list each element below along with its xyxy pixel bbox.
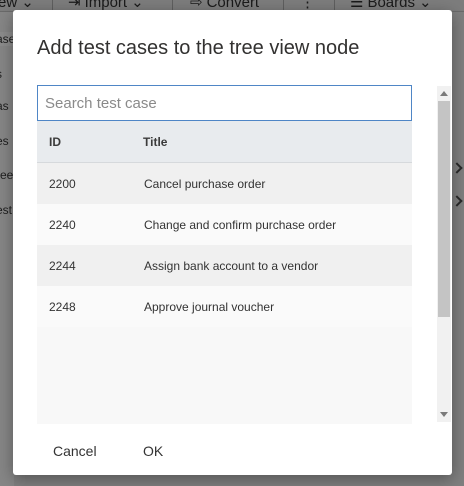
- chevron-right-icon: [451, 162, 463, 174]
- row-id: 2200: [49, 177, 76, 191]
- hierarchy-icon: ⋮: [300, 0, 315, 11]
- background-left-panel: ase s as es ree est: [0, 12, 16, 486]
- import-menu-label: Import: [84, 0, 128, 11]
- view-menu: ew ⌄: [0, 0, 34, 11]
- row-title: Change and confirm purchase order: [144, 218, 337, 232]
- table-row[interactable]: 2240 Change and confirm purchase order: [37, 204, 412, 245]
- ok-button[interactable]: OK: [127, 438, 179, 464]
- table-row[interactable]: 2200 Cancel purchase order: [37, 163, 412, 204]
- left-panel-item: ree: [0, 168, 14, 182]
- row-title: Approve journal voucher: [144, 300, 275, 314]
- row-id: 2244: [49, 259, 76, 273]
- table-row[interactable]: 2244 Assign bank account to a vendor: [37, 245, 412, 286]
- add-test-cases-dialog: Add test cases to the tree view node ID …: [13, 10, 452, 475]
- column-header-title[interactable]: Title: [143, 135, 167, 149]
- view-menu-label: ew: [0, 0, 18, 11]
- column-header-id[interactable]: ID: [49, 135, 61, 149]
- test-case-table: ID Title 2200 Cancel purchase order 2240…: [37, 121, 412, 424]
- chevron-right-icon: [451, 195, 463, 207]
- boards-menu: ☰ Boards ⌄: [350, 0, 432, 11]
- table-row[interactable]: 2248 Approve journal voucher: [37, 286, 412, 327]
- left-panel-item: s: [0, 67, 2, 81]
- left-panel-item: as: [0, 99, 9, 113]
- left-panel-item: es: [0, 134, 9, 148]
- row-id: 2248: [49, 300, 76, 314]
- convert-button-label: Convert: [206, 0, 260, 11]
- scroll-down-arrow-icon[interactable]: [440, 412, 448, 417]
- scrollbar-thumb[interactable]: [438, 101, 450, 317]
- vertical-scrollbar[interactable]: [437, 86, 451, 422]
- left-panel-item: est: [0, 203, 13, 217]
- row-id: 2240: [49, 218, 76, 232]
- table-header: ID Title: [37, 121, 412, 163]
- boards-menu-label: Boards: [367, 0, 415, 11]
- convert-button: ⇨ Convert: [190, 0, 260, 11]
- search-input[interactable]: [37, 85, 412, 121]
- import-menu: ⇥ Import ⌄: [68, 0, 144, 11]
- row-title: Assign bank account to a vendor: [144, 259, 319, 273]
- row-title: Cancel purchase order: [144, 177, 266, 191]
- scroll-up-arrow-icon[interactable]: [440, 91, 448, 96]
- dialog-title: Add test cases to the tree view node: [37, 37, 360, 59]
- cancel-button[interactable]: Cancel: [37, 438, 113, 464]
